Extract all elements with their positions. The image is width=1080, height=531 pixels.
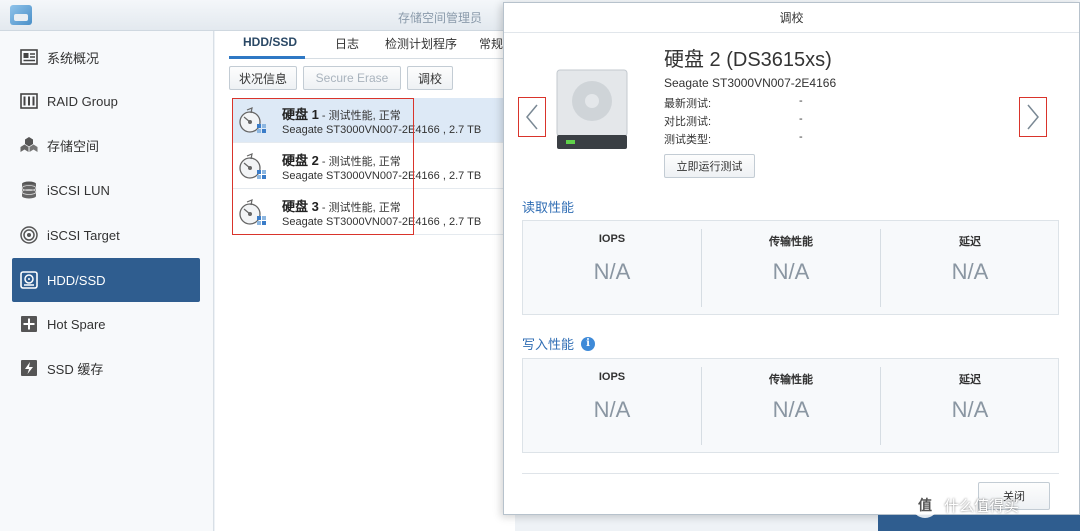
- sidebar-item-label: RAID Group: [47, 93, 118, 109]
- column-header: 延迟: [959, 374, 981, 386]
- info-label-test-type: 测试类型:: [664, 134, 712, 146]
- column-header: IOPS: [598, 371, 626, 383]
- dialog-footer-divider: [522, 473, 1059, 474]
- section-title: 读取性能: [522, 200, 575, 215]
- tab-bar: HDD/SSD 日志 检测计划程序 常规: [229, 31, 515, 59]
- chevron-left-icon: [526, 104, 538, 130]
- watermark: 值 什么值得买: [912, 492, 1019, 518]
- hot-spare-icon: [19, 314, 39, 334]
- info-value-compare-test: -: [799, 113, 803, 125]
- main-panel: HDD/SSD 日志 检测计划程序 常规 状况信息 Secure Erase 调…: [215, 31, 515, 531]
- watermark-text: 什么值得买: [944, 497, 1020, 515]
- active-tab-indicator: [229, 56, 305, 59]
- lun-icon: [19, 180, 39, 200]
- sidebar-item-iscsi-target[interactable]: iSCSI Target: [12, 213, 200, 257]
- volume-icon: [19, 135, 39, 155]
- write-performance-label: 写入性能 i: [522, 334, 596, 353]
- hard-drive-icon: [556, 69, 628, 149]
- write-iops-value: N/A: [593, 397, 631, 422]
- status-info-button[interactable]: 状况信息: [229, 66, 297, 90]
- next-disk-button[interactable]: [1019, 97, 1047, 137]
- sidebar-item-ssd-cache[interactable]: SSD 缓存: [12, 346, 200, 390]
- calibrate-button[interactable]: 调校: [407, 66, 453, 90]
- read-iops-value: N/A: [593, 259, 631, 284]
- dialog-heading: 硬盘 2 (DS3615xs): [664, 49, 832, 71]
- read-throughput-value: N/A: [772, 259, 810, 284]
- disk-model-text: Seagate ST3000VN007-2E4166: [664, 76, 837, 90]
- write-performance-panel: IOPS N/A 传输性能 N/A 延迟 N/A: [522, 358, 1059, 453]
- read-throughput-column: 传输性能 N/A: [702, 221, 880, 314]
- calibrate-dialog: 调校 硬盘 2 (DS3615xs) Seagate ST3000VN007-2…: [503, 2, 1080, 515]
- ssd-cache-icon: [19, 358, 39, 378]
- tab-log[interactable]: 日志: [335, 35, 359, 52]
- secure-erase-button[interactable]: Secure Erase: [303, 66, 401, 90]
- section-title: 写入性能: [522, 337, 575, 352]
- info-icon[interactable]: i: [581, 336, 596, 351]
- sidebar-item-label: 存储空间: [47, 138, 100, 154]
- write-iops-column: IOPS N/A: [523, 359, 701, 452]
- read-latency-column: 延迟 N/A: [881, 221, 1059, 314]
- tab-hdd-ssd[interactable]: HDD/SSD: [243, 35, 297, 49]
- sidebar-item-hot-spare[interactable]: Hot Spare: [12, 302, 200, 346]
- run-test-now-button[interactable]: 立即运行测试: [664, 154, 755, 178]
- write-throughput-value: N/A: [772, 397, 810, 422]
- info-label-compare-test: 对比测试:: [664, 116, 712, 128]
- sidebar-item-raid-group[interactable]: RAID Group: [12, 79, 200, 123]
- previous-disk-button[interactable]: [518, 97, 546, 137]
- info-value-test-type: -: [799, 131, 803, 143]
- read-performance-panel: IOPS N/A 传输性能 N/A 延迟 N/A: [522, 220, 1059, 315]
- sidebar-item-iscsi-lun[interactable]: iSCSI LUN: [12, 168, 200, 212]
- sidebar: 系统概况 RAID Group 存储空间 iSCSI LUN iSCSI Tar…: [0, 31, 214, 531]
- sidebar-item-label: HDD/SSD: [47, 272, 106, 288]
- sidebar-item-hdd-ssd[interactable]: HDD/SSD: [12, 258, 200, 302]
- overview-icon: [19, 47, 39, 67]
- sidebar-item-label: 系统概况: [47, 50, 100, 66]
- column-header: 延迟: [959, 236, 981, 248]
- watermark-logo-icon: 值: [912, 492, 938, 518]
- raid-icon: [19, 91, 39, 111]
- annotation-highlight-box: [232, 98, 414, 235]
- sidebar-item-label: iSCSI Target: [47, 227, 120, 243]
- column-header: IOPS: [598, 233, 626, 245]
- column-header: 传输性能: [769, 374, 813, 386]
- read-iops-column: IOPS N/A: [523, 221, 701, 314]
- column-header: 传输性能: [769, 236, 813, 248]
- hdd-icon: [19, 270, 39, 290]
- tab-test-scheduler[interactable]: 检测计划程序: [385, 35, 457, 52]
- tab-general[interactable]: 常规: [479, 35, 503, 52]
- sidebar-item-label: iSCSI LUN: [47, 182, 110, 198]
- sidebar-item-volume[interactable]: 存储空间: [12, 123, 200, 167]
- sidebar-item-label: SSD 缓存: [47, 361, 104, 377]
- read-performance-label: 读取性能: [522, 197, 574, 216]
- info-value-latest-test: -: [799, 95, 803, 107]
- write-latency-value: N/A: [951, 397, 989, 422]
- sidebar-item-label: Hot Spare: [47, 316, 106, 332]
- sidebar-item-overview[interactable]: 系统概况: [12, 35, 200, 79]
- read-latency-value: N/A: [951, 259, 989, 284]
- write-latency-column: 延迟 N/A: [881, 359, 1059, 452]
- target-icon: [19, 225, 39, 245]
- dialog-title: 调校: [504, 3, 1079, 33]
- write-throughput-column: 传输性能 N/A: [702, 359, 880, 452]
- info-label-latest-test: 最新测试:: [664, 98, 712, 110]
- chevron-right-icon: [1027, 104, 1039, 130]
